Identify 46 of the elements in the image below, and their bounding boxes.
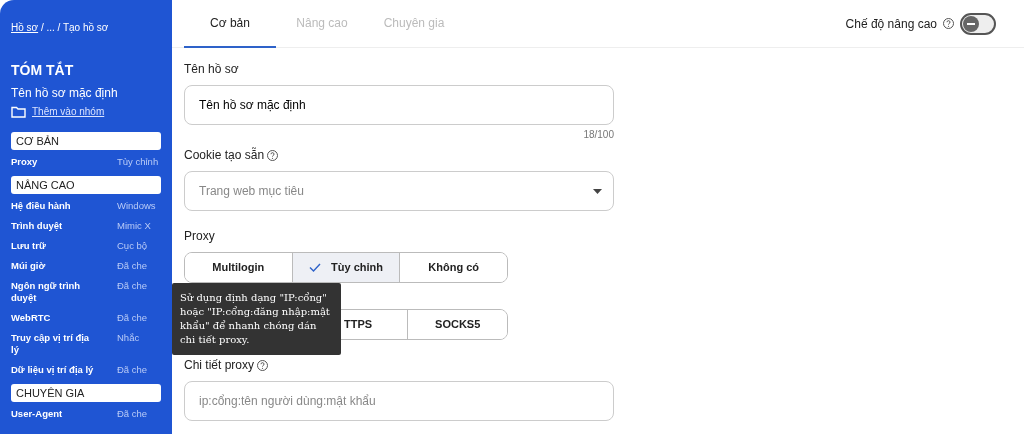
summary-value: Cục bộ xyxy=(117,240,149,252)
profile-name-field[interactable]: Tên hồ sơ mặc định xyxy=(184,85,614,125)
summary-label: Lưu trữ xyxy=(11,240,47,252)
summary-value: Nhắc xyxy=(117,332,141,345)
summary-value: Đã che xyxy=(117,260,149,272)
proxy-option[interactable]: Tùy chỉnh xyxy=(291,253,400,282)
caret-icon xyxy=(593,189,602,194)
cookie-select[interactable]: Trang web mục tiêu xyxy=(184,171,614,211)
summary-label: Truy cập vị trí địa lý xyxy=(11,332,91,356)
section-header: NÂNG CAO xyxy=(11,176,161,194)
field-label: Tên hồ sơ xyxy=(184,61,240,78)
field-label: Proxy xyxy=(184,228,216,245)
summary-title: TÓM TẮT xyxy=(11,62,75,78)
summary-label: User-Agent xyxy=(11,408,64,420)
check-icon xyxy=(309,263,322,272)
summary-value: Đã che xyxy=(117,408,149,420)
section-header: CHUYÊN GIA xyxy=(11,384,161,402)
breadcrumb-text: / ... / Tạo hồ sơ xyxy=(40,22,109,33)
proxy-option[interactable]: Không có xyxy=(399,253,507,282)
summary-value: Mimic X xyxy=(117,220,152,232)
field-label: Chi tiết proxy xyxy=(184,358,255,372)
add-to-group-link[interactable]: Thêm vào nhóm xyxy=(32,106,105,118)
advanced-mode-label: Chế độ nâng cao xyxy=(845,15,937,33)
summary-label: Proxy xyxy=(11,156,39,168)
profile-name: Tên hồ sơ mặc định xyxy=(11,86,119,100)
summary-label: Dữ liệu vị trí địa lý xyxy=(11,364,95,376)
tooltip: Sử dụng định dạng "IP:cổng" hoặc "IP:cổng:đăng nhập:mật khẩu" để nhanh chóng dán chi tiết proxy. xyxy=(172,283,341,355)
folder-icon xyxy=(11,106,26,118)
tab[interactable]: Cơ bản xyxy=(184,0,276,48)
protocol-option[interactable]: SOCKS5 xyxy=(407,310,507,339)
summary-value: Đã che xyxy=(117,312,149,324)
section-header: CƠ BẢN xyxy=(11,132,161,150)
summary-value: Tùy chỉnh xyxy=(117,156,160,168)
summary-value: Đã che xyxy=(117,280,149,293)
breadcrumb-link[interactable]: Hồ sơ xyxy=(11,22,39,33)
field-label: Cookie tạo sẵn xyxy=(184,148,265,162)
summary-label: Trình duyệt xyxy=(11,220,64,232)
summary-label: WebRTC xyxy=(11,312,52,324)
summary-label: Hệ điều hành xyxy=(11,200,72,212)
summary-value: Windows xyxy=(117,200,157,212)
character-counter: 18/100 xyxy=(582,128,614,142)
summary-label: Múi giờ xyxy=(11,260,47,272)
advanced-mode-toggle[interactable] xyxy=(960,12,996,35)
summary-value: Đã che xyxy=(117,364,149,376)
summary-label: Ngôn ngữ trình duyệt xyxy=(11,280,82,304)
proxy-details-field[interactable]: ip:cổng:tên người dùng:mật khẩu xyxy=(184,381,614,421)
